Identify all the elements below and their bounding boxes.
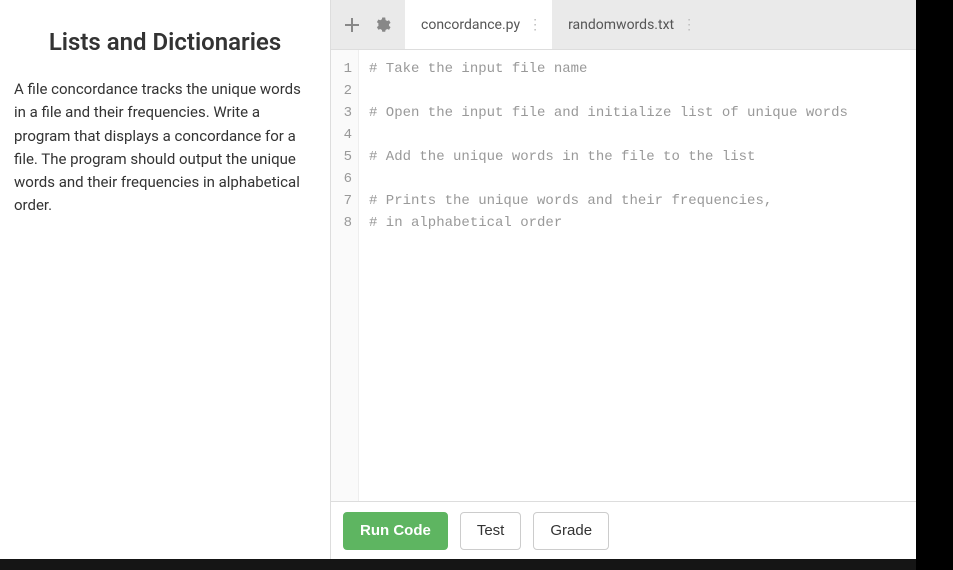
code-line[interactable] — [369, 168, 906, 190]
bottom-border-strip — [0, 559, 916, 570]
line-number: 2 — [331, 80, 352, 102]
tab-label: randomwords.txt — [568, 17, 674, 33]
code-line[interactable]: # Take the input file name — [369, 58, 906, 80]
code-line[interactable]: # Prints the unique words and their freq… — [369, 190, 906, 212]
editor-panel: concordance.py ⋮ randomwords.txt ⋮ 12345… — [330, 0, 916, 559]
instructions-body: A file concordance tracks the unique wor… — [14, 78, 316, 218]
line-number: 7 — [331, 190, 352, 212]
code-line[interactable] — [369, 80, 906, 102]
tab-menu-icon[interactable]: ⋮ — [528, 18, 542, 32]
plus-icon — [344, 17, 360, 33]
action-bar: Run Code Test Grade — [331, 501, 916, 559]
settings-button[interactable] — [367, 10, 397, 40]
line-number-gutter: 12345678 — [331, 50, 359, 501]
line-number: 1 — [331, 58, 352, 80]
line-number: 4 — [331, 124, 352, 146]
instructions-panel: Lists and Dictionaries A file concordanc… — [0, 0, 330, 559]
line-number: 3 — [331, 102, 352, 124]
code-editor[interactable]: 12345678 # Take the input file name # Op… — [331, 50, 916, 501]
code-line[interactable]: # Add the unique words in the file to th… — [369, 146, 906, 168]
add-tab-button[interactable] — [337, 10, 367, 40]
code-line[interactable]: # Open the input file and initialize lis… — [369, 102, 906, 124]
tab-menu-icon[interactable]: ⋮ — [682, 18, 696, 32]
line-number: 6 — [331, 168, 352, 190]
test-button[interactable]: Test — [460, 512, 522, 550]
grade-button[interactable]: Grade — [533, 512, 609, 550]
tabs-list: concordance.py ⋮ randomwords.txt ⋮ — [405, 0, 706, 49]
code-line[interactable]: # in alphabetical order — [369, 212, 906, 234]
line-number: 8 — [331, 212, 352, 234]
code-line[interactable] — [369, 124, 906, 146]
line-number: 5 — [331, 146, 352, 168]
instructions-title: Lists and Dictionaries — [14, 28, 316, 56]
code-content[interactable]: # Take the input file name # Open the in… — [359, 50, 916, 501]
gear-icon — [373, 16, 391, 34]
tab-label: concordance.py — [421, 17, 520, 33]
right-border-strip — [916, 0, 953, 570]
run-code-button[interactable]: Run Code — [343, 512, 448, 550]
tab-randomwords[interactable]: randomwords.txt ⋮ — [552, 0, 706, 49]
tabs-bar: concordance.py ⋮ randomwords.txt ⋮ — [331, 0, 916, 50]
app-root: Lists and Dictionaries A file concordanc… — [0, 0, 916, 559]
tab-concordance[interactable]: concordance.py ⋮ — [405, 0, 552, 49]
